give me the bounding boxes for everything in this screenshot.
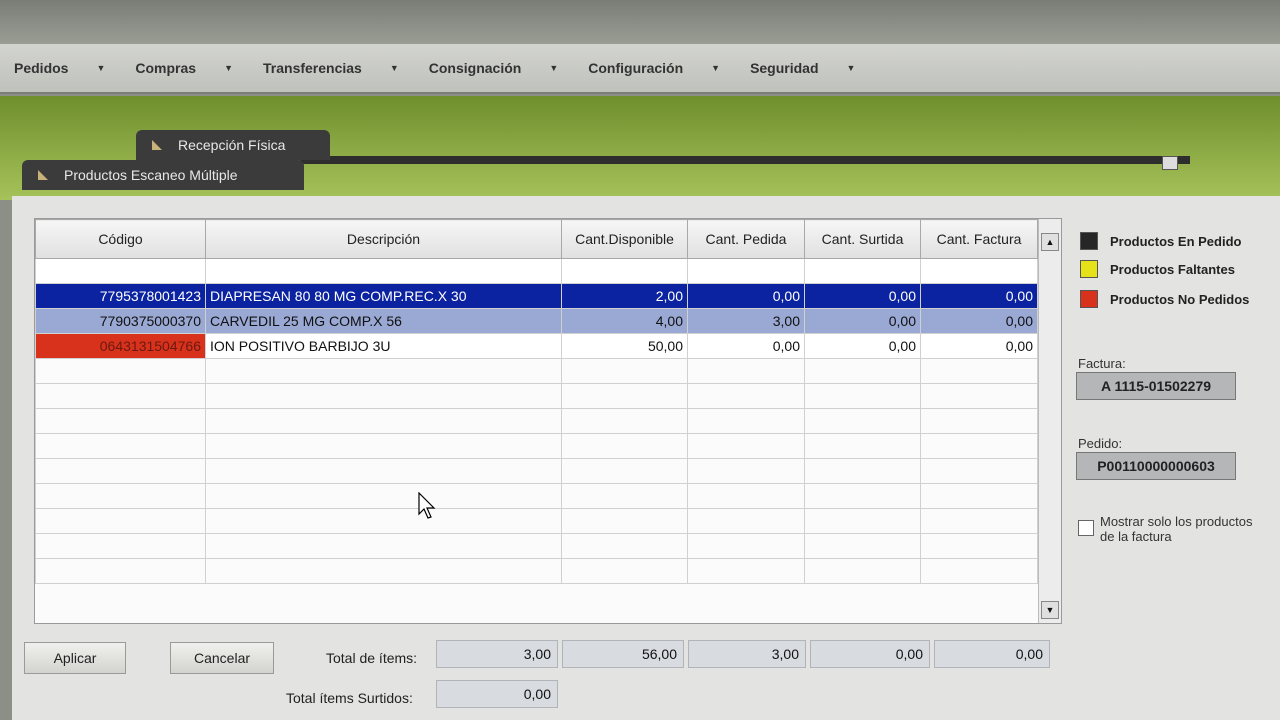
tab-productos-escaneo[interactable]: Productos Escaneo Múltiple [22,160,304,190]
legend-no-pedidos: Productos No Pedidos [1080,290,1249,308]
table-row[interactable]: 7790375000370 CARVEDIL 25 MG COMP.X 56 4… [35,308,1038,334]
top-bar [0,0,1280,44]
table-row-empty[interactable] [35,358,1038,384]
table-row[interactable]: 0643131504766 ION POSITIVO BARBIJO 3U 50… [35,333,1038,359]
mouse-cursor-icon [418,492,436,519]
total-cant-pedida: 3,00 [688,640,806,668]
cell-descripcion: CARVEDIL 25 MG COMP.X 56 [205,308,562,334]
table-row[interactable]: 7795378001423 DIAPRESAN 80 80 MG COMP.RE… [35,283,1038,309]
table-row-empty[interactable] [35,558,1038,584]
cell-cant-disponible: 50,00 [561,333,688,359]
tab-icon [38,170,48,180]
cell-cant-surtida: 0,00 [804,308,921,334]
total-surtidos-value: 0,00 [436,680,558,708]
tab-icon [152,140,162,150]
cell-descripcion: DIAPRESAN 80 80 MG COMP.REC.X 30 [205,283,562,309]
dropdown-arrow-icon: ▼ [549,63,559,73]
dropdown-arrow-icon: ▼ [96,63,106,73]
maximize-icon[interactable] [1162,156,1178,170]
legend-faltantes: Productos Faltantes [1080,260,1235,278]
column-header-cant-factura[interactable]: Cant. Factura [920,219,1038,259]
tab-recepcion-fisica[interactable]: Recepción Física [136,130,330,160]
total-surtidos-label: Total ítems Surtidos: [286,690,413,706]
cell-cant-surtida: 0,00 [804,283,921,309]
cell-cant-pedida: 3,00 [687,308,805,334]
dropdown-arrow-icon: ▼ [389,63,399,73]
column-header-codigo[interactable]: Código [35,219,206,259]
scroll-up-icon[interactable]: ▲ [1041,233,1059,251]
table-row-empty[interactable] [35,408,1038,434]
total-items-count: 3,00 [436,640,558,668]
cell-descripcion: ION POSITIVO BARBIJO 3U [205,333,562,359]
cell-cant-disponible: 4,00 [561,308,688,334]
cell-codigo: 7790375000370 [35,308,206,334]
cell-cant-pedida: 0,00 [687,283,805,309]
cell-cant-factura: 0,00 [920,283,1038,309]
dropdown-arrow-icon: ▼ [711,63,721,73]
products-grid[interactable]: Código Descripción Cant.Disponible Cant.… [34,218,1062,624]
column-header-cant-disponible[interactable]: Cant.Disponible [561,219,688,259]
table-row-empty[interactable] [35,458,1038,484]
column-header-cant-pedida[interactable]: Cant. Pedida [687,219,805,259]
table-row-empty[interactable] [35,508,1038,534]
checkbox-box[interactable] [1078,520,1094,536]
table-row-empty[interactable] [35,383,1038,409]
table-row-empty[interactable] [35,433,1038,459]
column-header-descripcion[interactable]: Descripción [205,219,562,259]
pedido-field: P00110000000603 [1076,452,1236,480]
table-row-empty[interactable] [35,258,1038,284]
menu-pedidos[interactable]: Pedidos ▼ [14,60,105,76]
show-invoice-products-checkbox[interactable]: Mostrar solo los productos de la factura [1078,514,1268,544]
factura-field: A 1115-01502279 [1076,372,1236,400]
menu-seguridad[interactable]: Seguridad ▼ [750,60,855,76]
cell-cant-factura: 0,00 [920,333,1038,359]
tab-strip [300,156,1190,164]
legend-swatch [1080,232,1098,250]
menu-bar: Pedidos ▼ Compras ▼ Transferencias ▼ Consig… [0,44,1280,94]
cell-cant-surtida: 0,00 [804,333,921,359]
table-row-empty[interactable] [35,533,1038,559]
total-cant-factura: 0,00 [934,640,1050,668]
cell-cant-factura: 0,00 [920,308,1038,334]
menu-consignacion[interactable]: Consignación ▼ [429,60,558,76]
cell-codigo: 7795378001423 [35,283,206,309]
cell-cant-pedida: 0,00 [687,333,805,359]
menu-configuracion[interactable]: Configuración ▼ [588,60,720,76]
total-items-label: Total de ítems: [326,650,418,666]
pedido-label: Pedido: [1078,436,1123,451]
cell-cant-disponible: 2,00 [561,283,688,309]
vertical-scrollbar[interactable]: ▲ ▼ [1038,219,1061,623]
table-row-empty[interactable] [35,483,1038,509]
dropdown-arrow-icon: ▼ [846,63,856,73]
scroll-down-icon[interactable]: ▼ [1041,601,1059,619]
column-header-cant-surtida[interactable]: Cant. Surtida [804,219,921,259]
menu-transferencias[interactable]: Transferencias ▼ [263,60,399,76]
apply-button[interactable]: Aplicar [24,642,126,674]
dropdown-arrow-icon: ▼ [224,63,233,73]
products-table: Código Descripción Cant.Disponible Cant.… [35,219,1038,584]
legend-en-pedido: Productos En Pedido [1080,232,1241,250]
legend-swatch [1080,290,1098,308]
total-cant-surtida: 0,00 [810,640,930,668]
total-cant-disponible: 56,00 [562,640,684,668]
legend-swatch [1080,260,1098,278]
factura-label: Factura: [1078,356,1126,371]
cell-codigo: 0643131504766 [35,333,206,359]
cancel-button[interactable]: Cancelar [170,642,274,674]
menu-compras[interactable]: Compras ▼ [135,60,233,76]
